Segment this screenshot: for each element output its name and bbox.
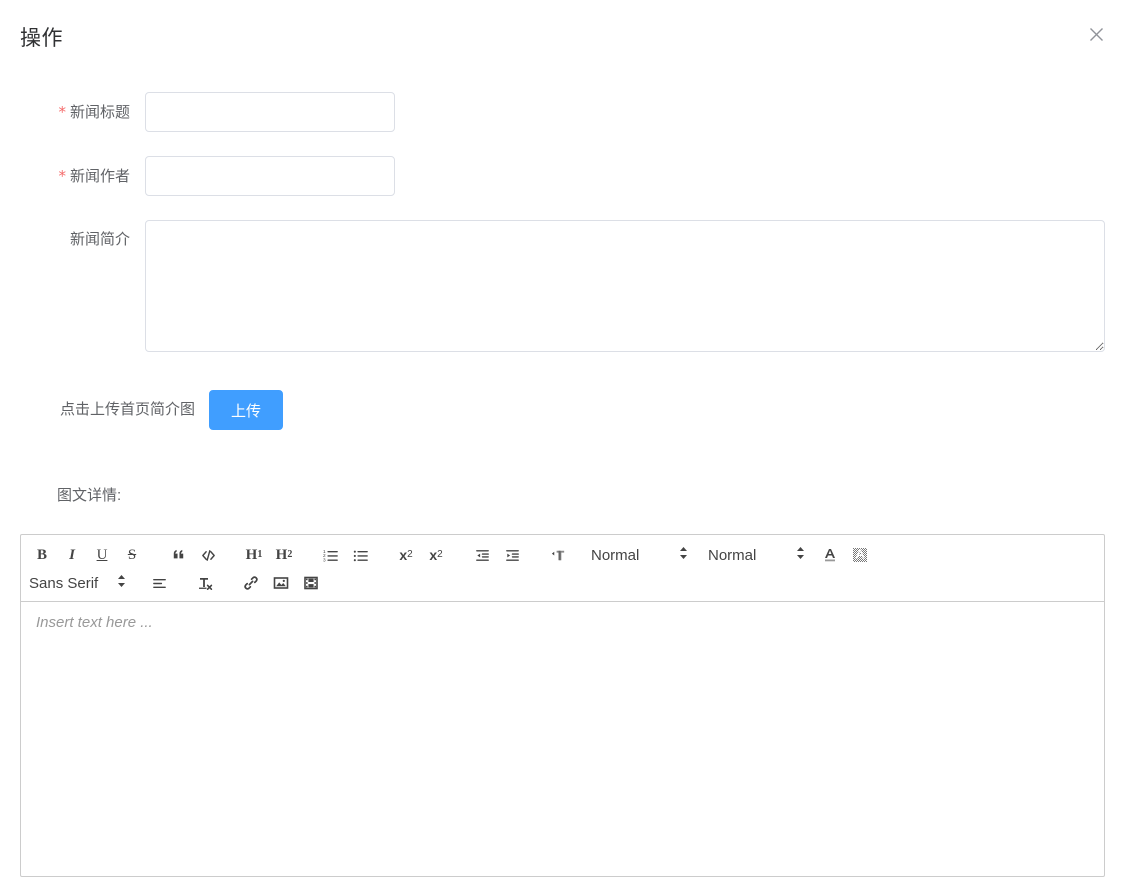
size-picker-label: Normal bbox=[591, 546, 640, 564]
rich-text-caption: 图文详情: bbox=[57, 487, 122, 504]
text-color-icon[interactable] bbox=[816, 543, 844, 567]
text-direction-icon[interactable] bbox=[544, 543, 572, 567]
chevron-updown-icon bbox=[796, 546, 805, 565]
page-title: 操作 bbox=[20, 27, 63, 50]
align-icon[interactable] bbox=[145, 571, 173, 595]
header-2-icon[interactable]: H2 bbox=[270, 543, 298, 567]
required-asterisk: * bbox=[58, 103, 66, 121]
size-picker[interactable]: Normal bbox=[591, 543, 688, 567]
news-title-input[interactable] bbox=[145, 92, 395, 132]
outdent-icon[interactable] bbox=[468, 543, 496, 567]
indent-icon[interactable] bbox=[498, 543, 526, 567]
required-asterisk: * bbox=[58, 167, 66, 185]
background-color-icon[interactable] bbox=[846, 543, 874, 567]
bullet-list-icon[interactable] bbox=[346, 543, 374, 567]
subscript-icon[interactable]: x2 bbox=[392, 543, 420, 567]
underline-icon[interactable]: U bbox=[88, 543, 116, 567]
label-news-title: * 新闻标题 bbox=[58, 103, 130, 121]
editor-placeholder: Insert text here ... bbox=[36, 614, 153, 631]
form-row-news-title: * 新闻标题 bbox=[0, 92, 1124, 132]
link-icon[interactable] bbox=[237, 571, 265, 595]
editor-body[interactable]: Insert text here ... bbox=[21, 602, 1104, 877]
close-icon bbox=[1089, 27, 1104, 42]
superscript-icon[interactable]: x2 bbox=[422, 543, 450, 567]
form-row-news-summary: 新闻简介 bbox=[0, 220, 1124, 352]
font-picker[interactable]: Sans Serif bbox=[29, 571, 126, 595]
chevron-updown-icon bbox=[117, 574, 126, 593]
ordered-list-icon[interactable]: 123 bbox=[316, 543, 344, 567]
blockquote-icon[interactable] bbox=[164, 543, 192, 567]
label-news-summary: 新闻简介 bbox=[69, 231, 130, 248]
dialog-header: 操作 bbox=[0, 0, 1124, 72]
news-summary-textarea[interactable] bbox=[145, 220, 1105, 352]
font-picker-label: Sans Serif bbox=[29, 574, 99, 592]
form-row-news-author: * 新闻作者 bbox=[0, 156, 1124, 196]
operation-dialog: 操作 * 新闻标题 * 新闻作者 新闻简介 点击上传首页简介图 上传 图文详情:… bbox=[0, 0, 1124, 877]
image-icon[interactable] bbox=[267, 571, 295, 595]
upload-row: 点击上传首页简介图 上传 bbox=[0, 390, 284, 430]
italic-icon[interactable]: I bbox=[58, 543, 86, 567]
upload-button[interactable]: 上传 bbox=[209, 390, 284, 430]
upload-label: 点击上传首页简介图 bbox=[60, 401, 196, 418]
clear-format-icon[interactable] bbox=[191, 571, 219, 595]
label-news-author: * 新闻作者 bbox=[58, 167, 130, 185]
video-icon[interactable] bbox=[297, 571, 325, 595]
editor-toolbar: B I U S H1 H2 123 x 2 x 2 Normal Normal … bbox=[21, 535, 1104, 602]
close-button[interactable] bbox=[1082, 20, 1110, 48]
strikethrough-icon[interactable]: S bbox=[118, 543, 146, 567]
bold-icon[interactable]: B bbox=[28, 543, 56, 567]
svg-text:3: 3 bbox=[322, 557, 325, 563]
code-block-icon[interactable] bbox=[194, 543, 222, 567]
header-1-icon[interactable]: H1 bbox=[240, 543, 268, 567]
news-author-input[interactable] bbox=[145, 156, 395, 196]
news-form: * 新闻标题 * 新闻作者 新闻简介 bbox=[0, 92, 1124, 372]
header-picker-label: Normal bbox=[708, 546, 757, 564]
rich-text-editor: B I U S H1 H2 123 x 2 x 2 Normal Normal … bbox=[20, 534, 1105, 877]
chevron-updown-icon bbox=[679, 546, 688, 565]
header-picker[interactable]: Normal bbox=[708, 543, 805, 567]
